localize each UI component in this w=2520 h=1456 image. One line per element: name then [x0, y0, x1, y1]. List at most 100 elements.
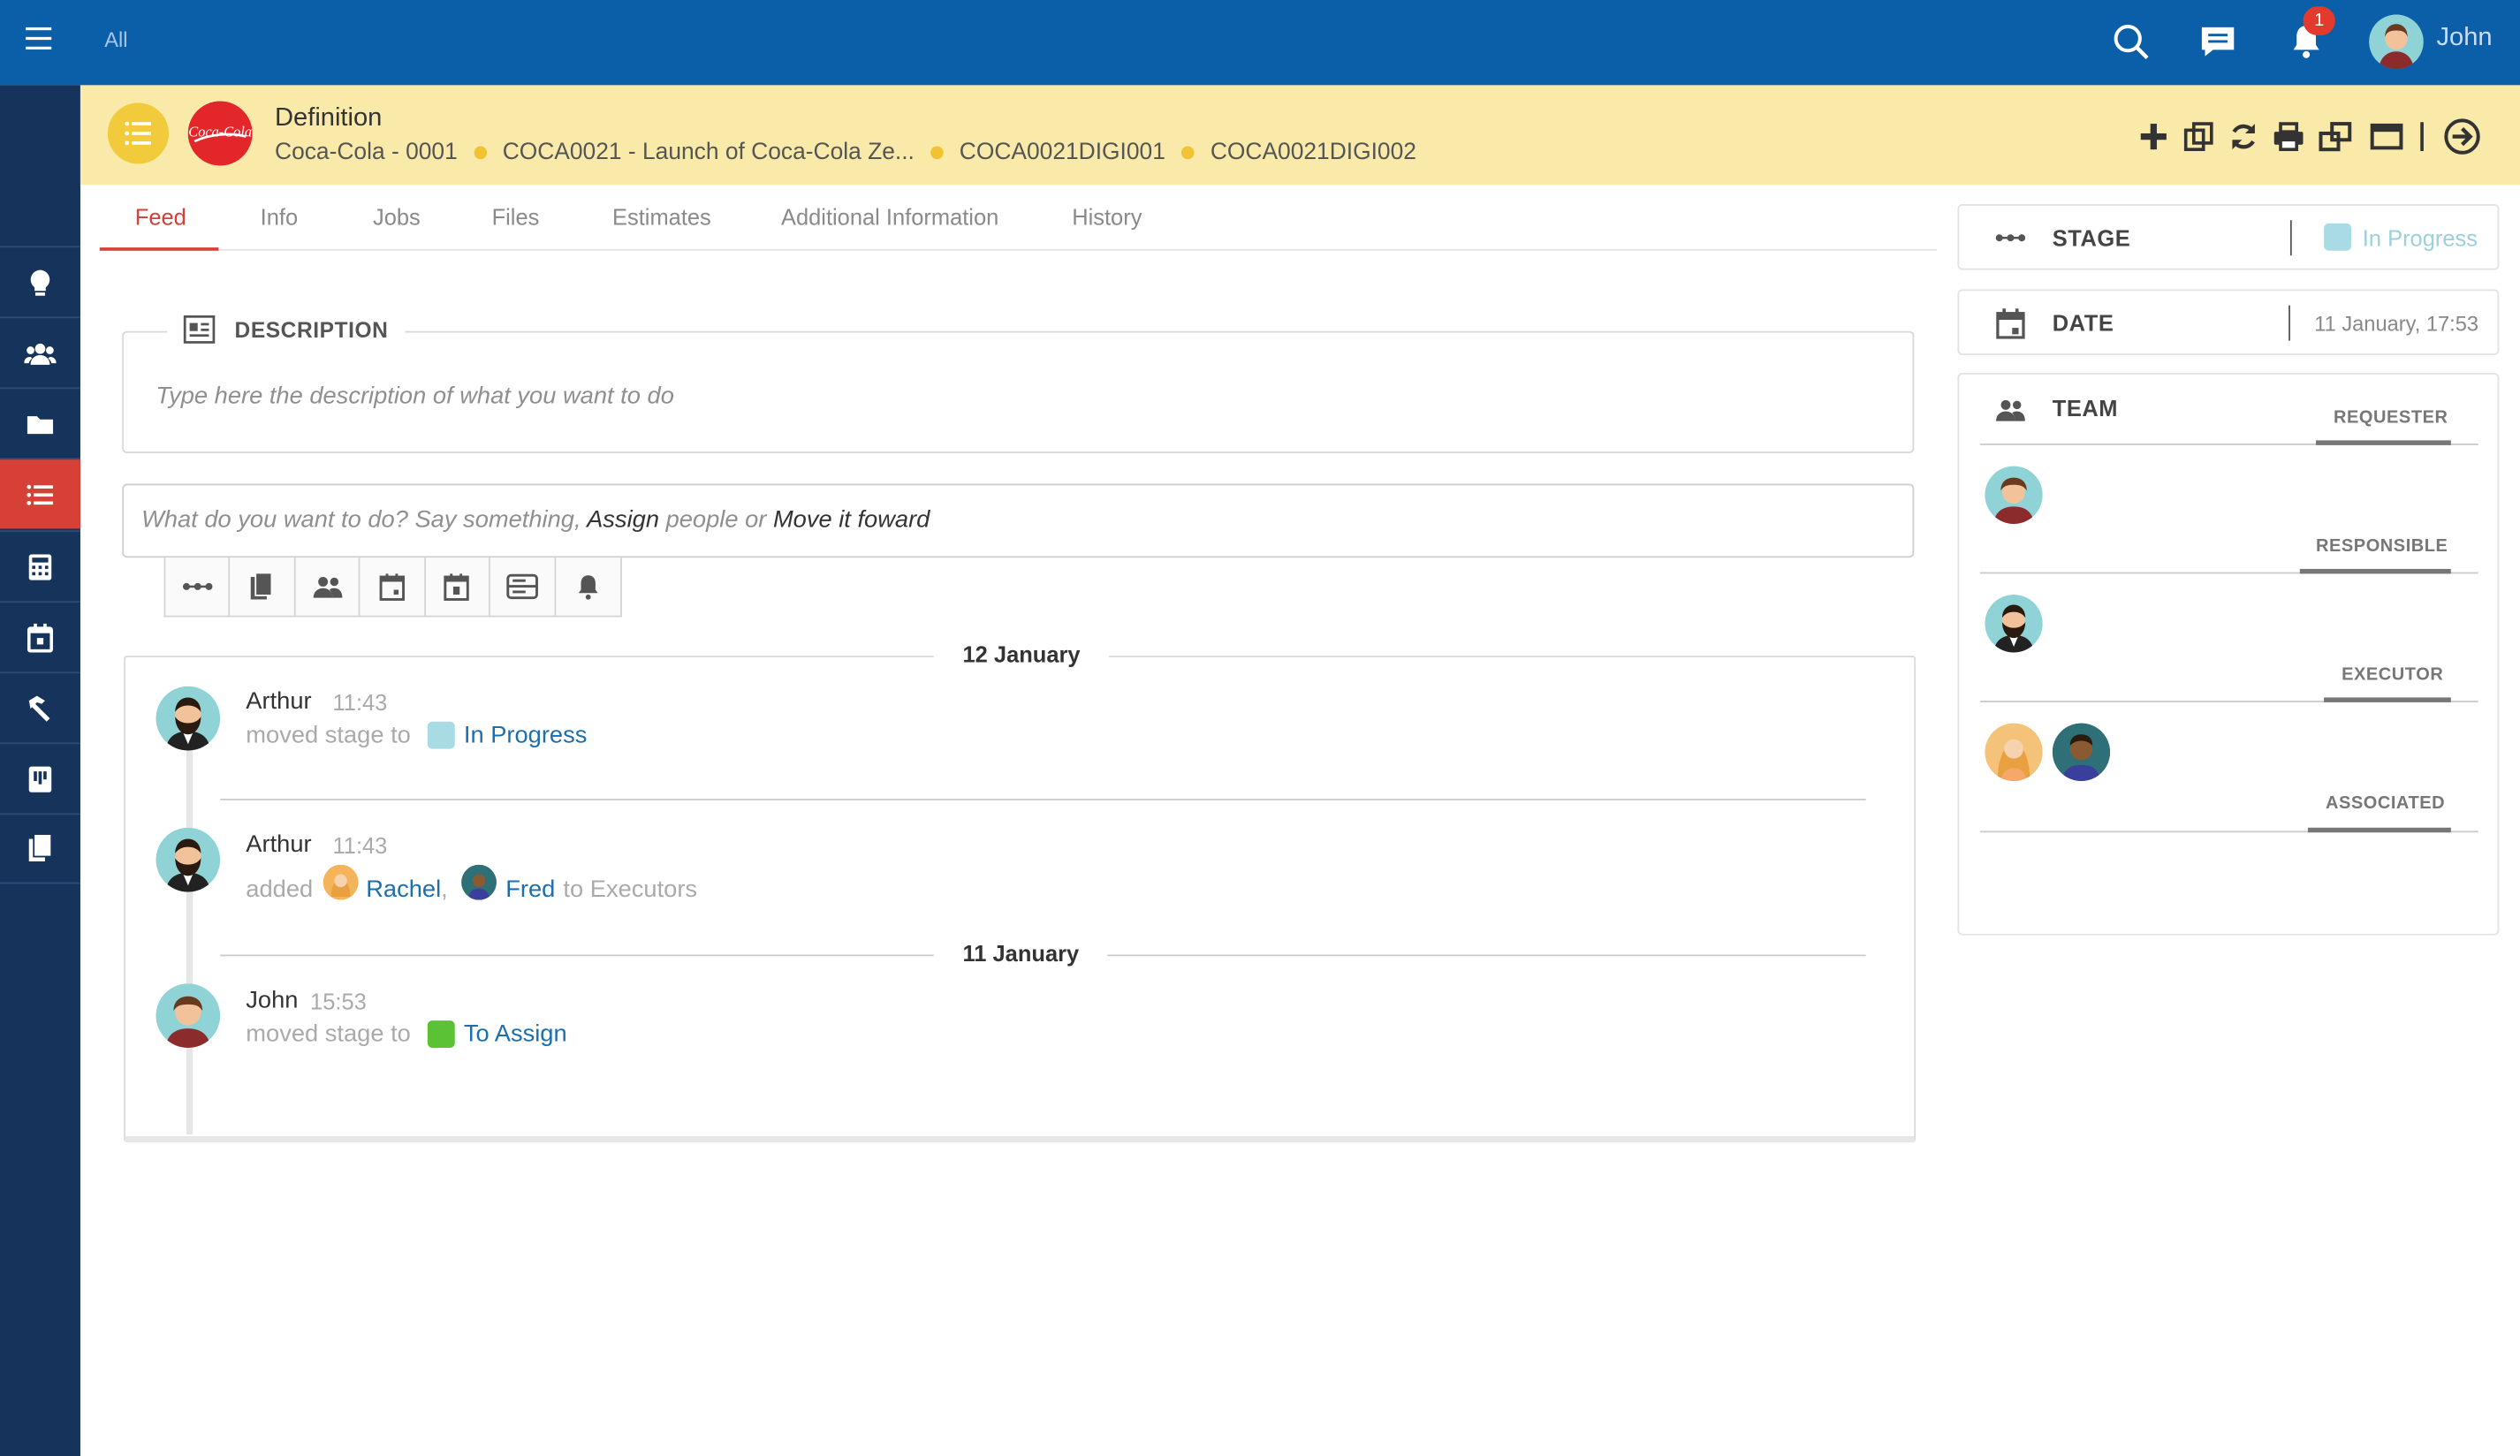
breadcrumb: Coca-Cola - 0001 COCA0021 - Launch of Co… [275, 140, 1416, 165]
sidebar-item-calculator[interactable] [0, 530, 80, 601]
executor-avatar-fred[interactable] [2052, 723, 2111, 782]
entry-text: moved stage to In Progress [246, 721, 588, 749]
placeholder-text: people or [659, 505, 773, 534]
fred-avatar [460, 864, 497, 900]
role-underline [2324, 697, 2451, 702]
entry-action: moved stage to [246, 1020, 411, 1048]
sidebar-item-reports[interactable] [0, 742, 80, 813]
description-label: DESCRIPTION [234, 317, 389, 342]
calendar-icon [27, 622, 54, 652]
chat-icon[interactable] [2197, 21, 2238, 63]
breadcrumb-item[interactable]: COCA0021 - Launch of Coca-Cola Ze... [503, 140, 915, 165]
breadcrumb-item[interactable]: Coca-Cola - 0001 [275, 140, 458, 165]
bell-icon [578, 575, 598, 600]
date-button[interactable] [361, 557, 426, 616]
breadcrumb-item[interactable]: COCA0021DIGI002 [1211, 140, 1416, 165]
hammer-icon [28, 694, 50, 721]
tab-feed[interactable]: Feed [135, 204, 186, 230]
top-bar: All 1 John [0, 0, 2520, 86]
calendar-event-icon [444, 573, 470, 601]
description-placeholder[interactable]: Type here the description of what you wa… [156, 383, 673, 410]
stage-label: STAGE [2052, 224, 2131, 251]
role-executor[interactable]: EXECUTOR [2342, 665, 2443, 685]
role-responsible[interactable]: RESPONSIBLE [2316, 537, 2448, 557]
stage-color-swatch [427, 1020, 454, 1048]
executor-avatar-rachel[interactable] [1985, 723, 2043, 782]
search-icon[interactable] [2110, 21, 2152, 63]
tab-files[interactable]: Files [492, 204, 540, 230]
sidebar-item-ideas[interactable] [0, 246, 80, 316]
page-title: Definition [275, 104, 383, 133]
team-button[interactable] [295, 557, 361, 616]
stage-box[interactable]: STAGE In Progress [1957, 204, 2500, 270]
date-box[interactable]: DATE 11 January, 17:53 [1957, 289, 2500, 355]
copy-icon [251, 572, 273, 600]
breadcrumb-item[interactable]: COCA0021DIGI001 [960, 140, 1165, 165]
assign-link[interactable]: Assign [587, 506, 659, 534]
entry-user[interactable]: Arthur [246, 688, 311, 716]
timeline-line [186, 723, 194, 1135]
sidebar-item-documents[interactable] [0, 813, 80, 884]
maximize-icon[interactable] [2369, 119, 2404, 155]
entry-text: moved stage to To Assign [246, 1020, 567, 1048]
person-link[interactable]: Fred [505, 875, 555, 902]
user-name[interactable]: John [2436, 24, 2492, 53]
entry-user[interactable]: John [246, 987, 298, 1014]
description-icon [183, 315, 216, 344]
entry-action: moved stage to [246, 721, 411, 749]
scope-label[interactable]: All [104, 27, 127, 51]
stage-link[interactable]: To Assign [464, 1020, 567, 1048]
tab-info[interactable]: Info [261, 204, 298, 230]
stage-color-swatch [2324, 223, 2352, 251]
role-associated[interactable]: ASSOCIATED [2326, 794, 2445, 814]
avatar [156, 686, 221, 751]
breadcrumb-separator [930, 146, 944, 160]
person-link[interactable]: Rachel [366, 875, 441, 902]
refresh-icon[interactable] [2226, 119, 2261, 155]
stage-button[interactable] [165, 557, 231, 616]
avatar [156, 983, 221, 1048]
comment-placeholder[interactable]: What do you want to do? Say something, A… [141, 506, 930, 534]
task-type-icon [107, 102, 169, 164]
report-icon [28, 765, 52, 792]
attach-button[interactable] [231, 557, 296, 616]
stage-value[interactable]: In Progress [2363, 225, 2478, 251]
entry-time: 11:43 [332, 832, 388, 859]
team-box: TEAM REQUESTER RESPONSIBLE EXECUTOR ASSO… [1957, 373, 2500, 936]
tab-jobs[interactable]: Jobs [373, 204, 421, 230]
stage-link[interactable]: In Progress [464, 722, 588, 749]
windows-icon[interactable] [2318, 119, 2353, 155]
sidebar-item-folders[interactable] [0, 387, 80, 458]
add-icon[interactable] [2136, 119, 2171, 155]
entry-time: 11:43 [332, 689, 388, 716]
menu-icon[interactable] [22, 19, 54, 58]
duplicate-icon[interactable] [2181, 119, 2216, 155]
server-button[interactable] [490, 557, 556, 616]
team-icon [1996, 399, 2025, 421]
stage-dots-icon [182, 582, 212, 590]
user-avatar[interactable] [2369, 14, 2424, 70]
sidebar-item-tools[interactable] [0, 671, 80, 742]
move-link[interactable]: Move it foward [773, 506, 930, 534]
responsible-avatar[interactable] [1985, 595, 2043, 653]
schedule-button[interactable] [426, 557, 491, 616]
entry-user[interactable]: Arthur [246, 830, 311, 858]
date-value[interactable]: 11 January, 17:53 [2314, 312, 2478, 336]
entry-suffix: to Executors [563, 875, 698, 903]
print-icon[interactable] [2271, 119, 2306, 155]
next-arrow-icon[interactable] [2443, 118, 2482, 156]
composer-toolbar [163, 557, 622, 618]
tab-history[interactable]: History [1072, 204, 1142, 230]
reminder-button[interactable] [556, 557, 621, 615]
sidebar-item-tasks[interactable] [0, 458, 80, 529]
tab-additional-information[interactable]: Additional Information [781, 204, 998, 230]
requester-avatar[interactable] [1985, 466, 2043, 524]
client-logo: Coca-Cola [187, 101, 253, 166]
notification-badge: 1 [2303, 6, 2335, 36]
sidebar-item-clients[interactable] [0, 316, 80, 387]
active-tab-indicator [99, 247, 219, 251]
sidebar-item-calendar[interactable] [0, 601, 80, 671]
tab-estimates[interactable]: Estimates [612, 204, 711, 230]
date-label: DATE [2052, 310, 2114, 337]
role-requester[interactable]: REQUESTER [2334, 408, 2448, 428]
